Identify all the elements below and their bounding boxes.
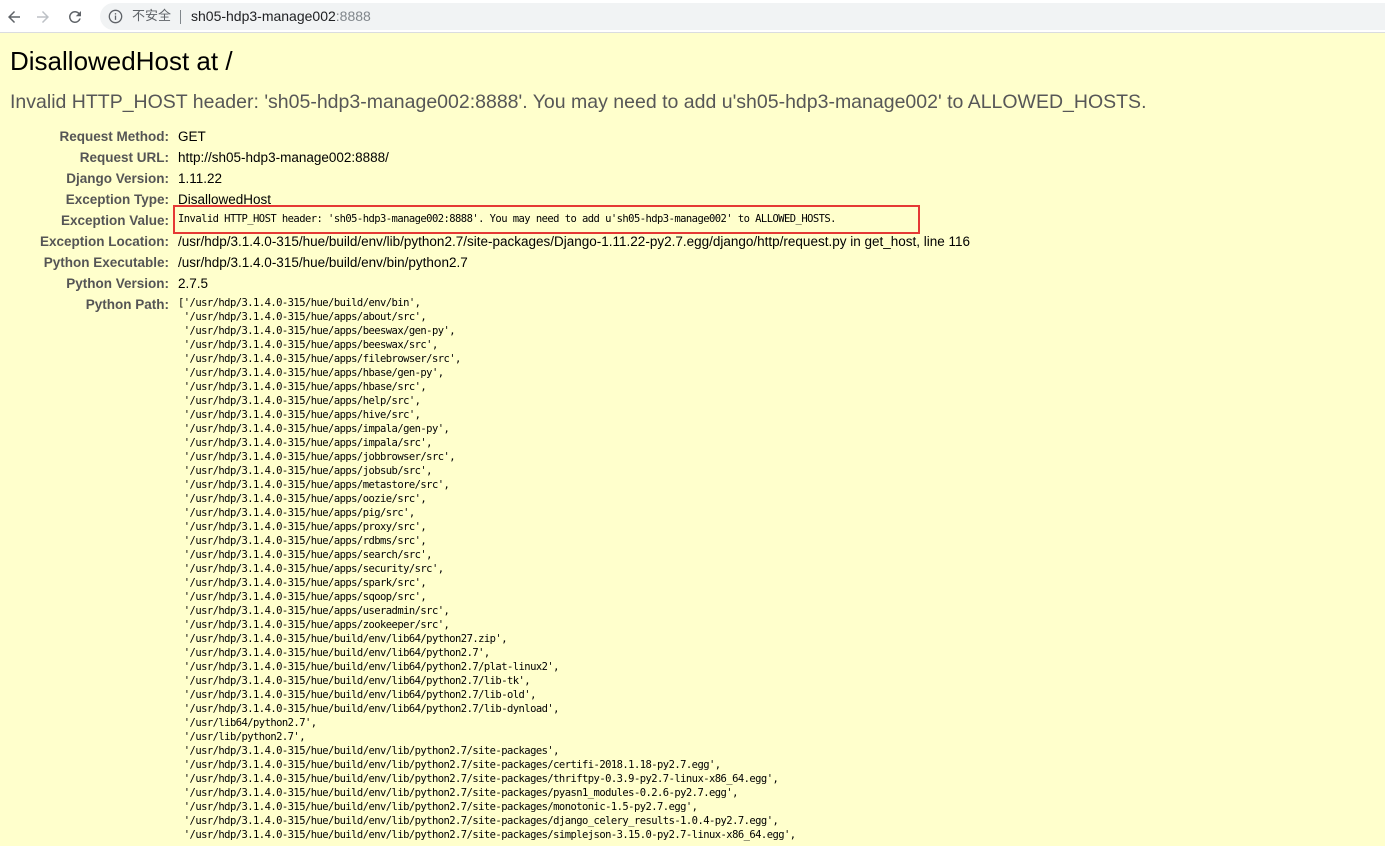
python-path-entry: '/usr/hdp/3.1.4.0-315/hue/build/env/lib6… <box>178 661 560 673</box>
page-title: DisallowedHost at / <box>10 46 233 76</box>
meta-label-python-executable: Python Executable: <box>43 255 169 270</box>
python-path-entry: '/usr/hdp/3.1.4.0-315/hue/apps/jobbrowse… <box>178 451 456 463</box>
python-path-entry: '/usr/hdp/3.1.4.0-315/hue/apps/beeswax/s… <box>178 339 439 351</box>
python-path-entry: '/usr/lib/python2.7', <box>178 731 306 743</box>
python-path-entry: '/usr/hdp/3.1.4.0-315/hue/apps/impala/sr… <box>178 437 433 449</box>
python-path-entry: '/usr/hdp/3.1.4.0-315/hue/apps/hbase/src… <box>178 381 427 393</box>
meta-label-request-url: Request URL: <box>79 150 169 165</box>
python-path-entry: '/usr/hdp/3.1.4.0-315/hue/apps/security/… <box>178 563 444 575</box>
meta-value-request-method: GET <box>178 129 206 144</box>
python-path-list: ['/usr/hdp/3.1.4.0-315/hue/build/env/bin… <box>178 296 796 842</box>
python-path-entry: ['/usr/hdp/3.1.4.0-315/hue/build/env/bin… <box>178 297 421 309</box>
meta-label-exception-value: Exception Value: <box>60 213 169 228</box>
meta-label-exception-location: Exception Location: <box>39 234 169 249</box>
python-path-entry: '/usr/hdp/3.1.4.0-315/hue/apps/proxy/src… <box>178 521 427 533</box>
python-path-entry: '/usr/hdp/3.1.4.0-315/hue/apps/rdbms/src… <box>178 535 427 547</box>
insecure-label[interactable]: 不安全 <box>132 3 171 30</box>
meta-label-python-path: Python Path: <box>85 297 169 312</box>
meta-row-django-version: Django Version: 1.11.22 <box>0 168 1385 189</box>
meta-label-django-version: Django Version: <box>66 171 169 186</box>
reload-icon[interactable] <box>64 6 86 28</box>
meta-label-request-method: Request Method: <box>59 129 170 144</box>
python-path-entry: '/usr/hdp/3.1.4.0-315/hue/build/env/lib/… <box>178 801 698 813</box>
address-separator <box>180 10 181 24</box>
meta-label-exception-type: Exception Type: <box>65 192 169 207</box>
python-path-entry: '/usr/hdp/3.1.4.0-315/hue/build/env/lib6… <box>178 675 531 687</box>
meta-row-python-version: Python Version: 2.7.5 <box>0 273 1385 294</box>
python-path-entry: '/usr/hdp/3.1.4.0-315/hue/apps/jobsub/sr… <box>178 465 433 477</box>
python-path-entry: '/usr/hdp/3.1.4.0-315/hue/build/env/lib/… <box>178 815 779 827</box>
python-path-entry: '/usr/hdp/3.1.4.0-315/hue/apps/about/src… <box>178 311 427 323</box>
python-path-entry: '/usr/hdp/3.1.4.0-315/hue/build/env/lib/… <box>178 745 560 757</box>
address-bar[interactable]: 不安全 sh05-hdp3-manage002:8888 <box>100 3 1385 30</box>
python-path-entry: '/usr/hdp/3.1.4.0-315/hue/build/env/lib/… <box>178 773 779 785</box>
meta-value-python-executable: /usr/hdp/3.1.4.0-315/hue/build/env/bin/p… <box>178 255 468 270</box>
python-path-entry: '/usr/hdp/3.1.4.0-315/hue/apps/pig/src', <box>178 507 415 519</box>
python-path-entry: '/usr/hdp/3.1.4.0-315/hue/apps/oozie/src… <box>178 493 427 505</box>
exception-value-highlight <box>173 205 920 234</box>
python-path-entry: '/usr/hdp/3.1.4.0-315/hue/apps/zookeeper… <box>178 619 450 631</box>
url-host: sh05-hdp3-manage002 <box>191 8 336 24</box>
python-path-entry: '/usr/hdp/3.1.4.0-315/hue/build/env/lib/… <box>178 829 796 841</box>
python-path-entry: '/usr/hdp/3.1.4.0-315/hue/apps/metastore… <box>178 479 450 491</box>
meta-value-django-version: 1.11.22 <box>178 171 223 186</box>
meta-value-exception-location: /usr/hdp/3.1.4.0-315/hue/build/env/lib/p… <box>178 234 971 249</box>
python-path-entry: '/usr/hdp/3.1.4.0-315/hue/apps/hive/src'… <box>178 409 421 421</box>
python-path-entry: '/usr/hdp/3.1.4.0-315/hue/build/env/lib6… <box>178 633 508 645</box>
back-arrow-icon[interactable] <box>3 6 25 28</box>
meta-row-exception-location: Exception Location: /usr/hdp/3.1.4.0-315/… <box>0 231 1385 252</box>
url-text[interactable]: sh05-hdp3-manage002:8888 <box>191 3 371 30</box>
python-path-entry: '/usr/hdp/3.1.4.0-315/hue/apps/help/src'… <box>178 395 421 407</box>
python-path-entry: '/usr/hdp/3.1.4.0-315/hue/apps/sqoop/src… <box>178 591 427 603</box>
meta-row-request-method: Request Method: GET <box>0 126 1385 147</box>
error-summary: Invalid HTTP_HOST header: 'sh05-hdp3-man… <box>10 91 1147 113</box>
python-path-entry: '/usr/hdp/3.1.4.0-315/hue/build/env/lib6… <box>178 703 560 715</box>
forward-arrow-icon[interactable] <box>32 6 54 28</box>
meta-label-python-version: Python Version: <box>66 276 169 291</box>
python-path-entry: '/usr/hdp/3.1.4.0-315/hue/apps/filebrows… <box>178 353 462 365</box>
python-path-entry: '/usr/hdp/3.1.4.0-315/hue/build/env/lib6… <box>178 689 537 701</box>
url-port: :8888 <box>335 8 371 24</box>
meta-value-python-version: 2.7.5 <box>178 276 209 291</box>
python-path-entry: '/usr/hdp/3.1.4.0-315/hue/apps/spark/src… <box>178 577 427 589</box>
python-path-entry: '/usr/lib64/python2.7', <box>178 717 317 729</box>
meta-row-request-url: Request URL: http://sh05-hdp3-manage002:8… <box>0 147 1385 168</box>
python-path-entry: '/usr/hdp/3.1.4.0-315/hue/apps/beeswax/g… <box>178 325 456 337</box>
python-path-entry: '/usr/hdp/3.1.4.0-315/hue/apps/search/sr… <box>178 549 433 561</box>
python-path-entry: '/usr/hdp/3.1.4.0-315/hue/build/env/lib/… <box>178 787 739 799</box>
python-path-entry: '/usr/hdp/3.1.4.0-315/hue/apps/impala/ge… <box>178 423 450 435</box>
info-icon[interactable] <box>108 9 123 24</box>
python-path-entry: '/usr/hdp/3.1.4.0-315/hue/apps/useradmin… <box>178 605 450 617</box>
python-path-entry: '/usr/hdp/3.1.4.0-315/hue/build/env/lib/… <box>178 759 721 771</box>
python-path-entry: '/usr/hdp/3.1.4.0-315/hue/apps/hbase/gen… <box>178 367 444 379</box>
meta-value-request-url: http://sh05-hdp3-manage002:8888/ <box>178 150 389 165</box>
meta-row-python-executable: Python Executable: /usr/hdp/3.1.4.0-315/h… <box>0 252 1385 273</box>
browser-toolbar: 不安全 sh05-hdp3-manage002:8888 <box>0 0 1385 33</box>
python-path-entry: '/usr/hdp/3.1.4.0-315/hue/build/env/lib6… <box>178 647 490 659</box>
